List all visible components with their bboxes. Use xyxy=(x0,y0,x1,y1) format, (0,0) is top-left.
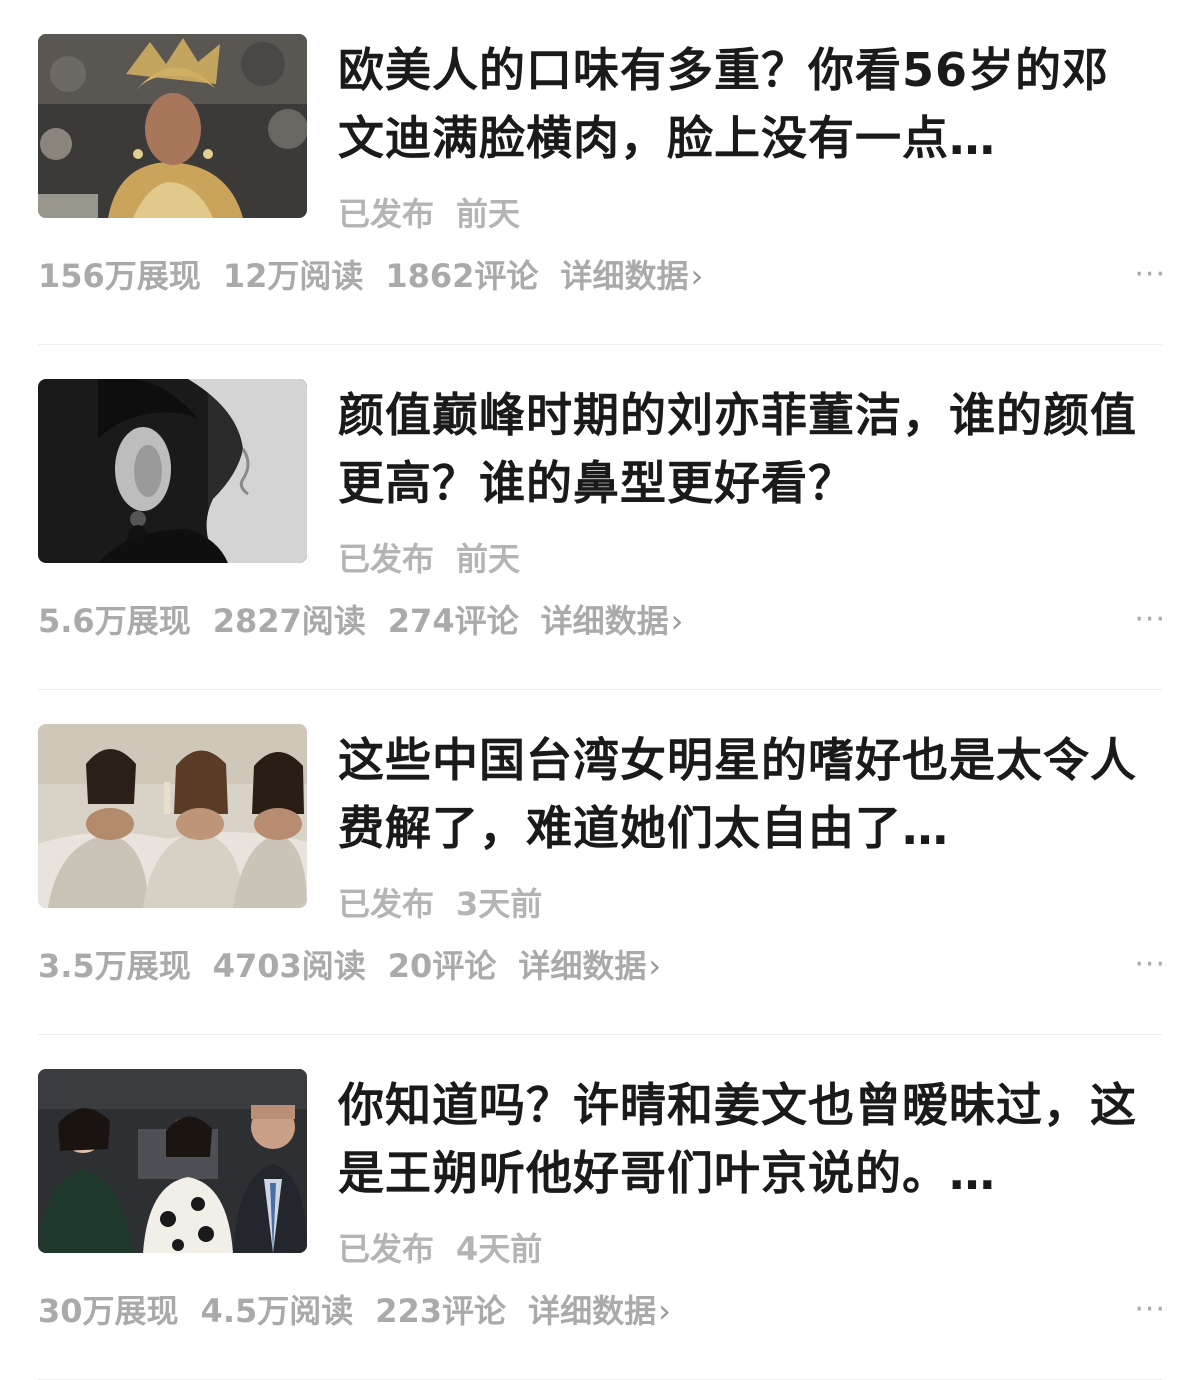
article-title[interactable]: 你知道吗？许晴和姜文也曾暧昧过，这是王朔听他好哥们叶京说的。… xyxy=(338,1071,1143,1207)
impressions-count: 30万展现 xyxy=(38,1292,179,1330)
comments-count: 274评论 xyxy=(387,602,519,640)
impressions-count: 3.5万展现 xyxy=(38,947,191,985)
publish-time: 前天 xyxy=(456,195,521,233)
detail-data-label: 详细数据 xyxy=(560,257,689,295)
more-options-icon[interactable]: ··· xyxy=(1134,1295,1166,1325)
comments-count: 223评论 xyxy=(375,1292,507,1330)
thumbnail-image xyxy=(38,34,307,218)
article-title[interactable]: 颜值巅峰时期的刘亦菲董洁，谁的颜值更高？谁的鼻型更好看？ xyxy=(338,381,1143,517)
article-item[interactable]: 这些中国台湾女明星的嗜好也是太令人费解了，难道她们太自由了… 已发布 3天前 3.… xyxy=(0,690,1200,1035)
publish-status: 已发布 xyxy=(338,540,435,578)
comments-count: 1862评论 xyxy=(385,257,539,295)
more-options-icon[interactable]: ··· xyxy=(1134,260,1166,290)
reads-count: 2827阅读 xyxy=(212,602,366,640)
article-thumbnail[interactable] xyxy=(38,379,307,563)
impressions-count: 5.6万展现 xyxy=(38,602,191,640)
article-title[interactable]: 欧美人的口味有多重？你看56岁的邓文迪满脸横肉，脸上没有一点… xyxy=(338,36,1143,172)
publish-status-line: 已发布 前天 xyxy=(338,537,520,581)
detail-data-link[interactable]: 详细数据› xyxy=(541,602,684,640)
thumbnail-image xyxy=(38,1069,307,1253)
detail-data-label: 详细数据 xyxy=(518,947,647,985)
article-thumbnail[interactable] xyxy=(38,724,307,908)
chevron-right-icon: › xyxy=(658,1292,671,1330)
chevron-right-icon: › xyxy=(670,602,684,640)
reads-count: 12万阅读 xyxy=(222,257,364,295)
detail-data-label: 详细数据 xyxy=(540,602,669,640)
article-feed: 欧美人的口味有多重？你看56岁的邓文迪满脸横肉，脸上没有一点… 已发布 前天 15… xyxy=(0,0,1200,1380)
stats-row: 5.6万展现 2827阅读 274评论 详细数据› xyxy=(38,599,683,643)
article-item[interactable]: 颜值巅峰时期的刘亦菲董洁，谁的颜值更高？谁的鼻型更好看？ 已发布 前天 5.6万展… xyxy=(0,345,1200,690)
publish-status-line: 已发布 前天 xyxy=(338,192,520,236)
chevron-right-icon: › xyxy=(648,947,662,985)
detail-data-link[interactable]: 详细数据› xyxy=(560,257,703,295)
publish-time: 前天 xyxy=(456,540,521,578)
stats-row: 30万展现 4.5万阅读 223评论 详细数据› xyxy=(38,1289,671,1333)
publish-status-line: 已发布 4天前 xyxy=(338,1227,542,1271)
article-thumbnail[interactable] xyxy=(38,1069,307,1253)
stats-row: 156万展现 12万阅读 1862评论 详细数据› xyxy=(38,254,703,298)
article-thumbnail[interactable] xyxy=(38,34,307,218)
publish-status-line: 已发布 3天前 xyxy=(338,882,542,926)
more-options-icon[interactable]: ··· xyxy=(1134,950,1166,980)
detail-data-link[interactable]: 详细数据› xyxy=(528,1292,671,1330)
chevron-right-icon: › xyxy=(690,257,704,295)
publish-status: 已发布 xyxy=(338,885,435,923)
thumbnail-image xyxy=(38,724,307,908)
detail-data-label: 详细数据 xyxy=(528,1292,657,1330)
detail-data-link[interactable]: 详细数据› xyxy=(518,947,661,985)
reads-count: 4703阅读 xyxy=(212,947,366,985)
publish-time: 4天前 xyxy=(456,1230,543,1268)
more-options-icon[interactable]: ··· xyxy=(1134,605,1166,635)
article-title[interactable]: 这些中国台湾女明星的嗜好也是太令人费解了，难道她们太自由了… xyxy=(338,726,1143,862)
comments-count: 20评论 xyxy=(387,947,497,985)
thumbnail-image xyxy=(38,379,307,563)
publish-status: 已发布 xyxy=(338,195,435,233)
publish-status: 已发布 xyxy=(338,1230,435,1268)
impressions-count: 156万展现 xyxy=(38,257,201,295)
article-item[interactable]: 你知道吗？许晴和姜文也曾暧昧过，这是王朔听他好哥们叶京说的。… 已发布 4天前 3… xyxy=(0,1035,1200,1380)
article-item[interactable]: 欧美人的口味有多重？你看56岁的邓文迪满脸横肉，脸上没有一点… 已发布 前天 15… xyxy=(0,0,1200,345)
reads-count: 4.5万阅读 xyxy=(200,1292,354,1330)
publish-time: 3天前 xyxy=(456,885,543,923)
stats-row: 3.5万展现 4703阅读 20评论 详细数据› xyxy=(38,944,661,988)
